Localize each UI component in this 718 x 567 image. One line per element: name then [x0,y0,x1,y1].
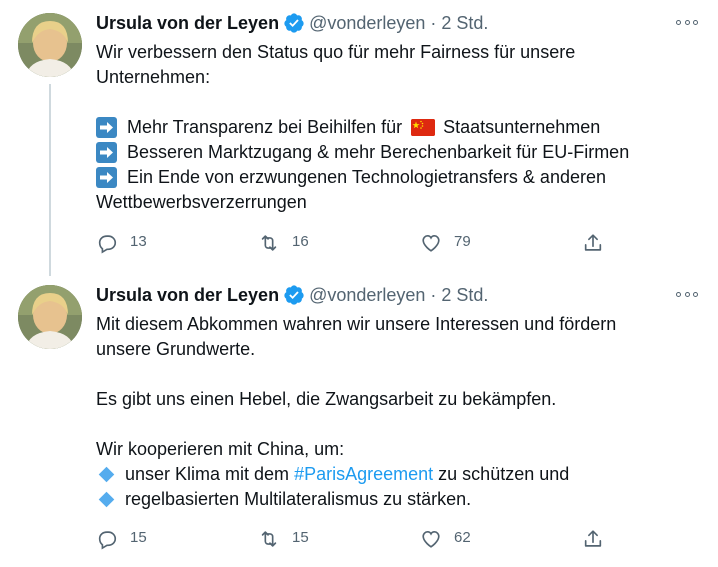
text-line: unsere Grundwerte. [96,339,256,359]
reply-count: 15 [130,528,147,546]
retweet-button[interactable]: 16 [258,232,309,254]
tweet-header: Ursula von der Leyen @vonderleyen · 2 St… [96,283,698,307]
retweet-icon [261,235,277,251]
china-flag-icon [411,119,436,136]
like-button[interactable]: 62 [420,528,471,550]
timestamp[interactable]: 2 Std. [441,285,488,306]
heart-icon [422,531,440,548]
tweet[interactable]: Ursula von der Leyen @vonderleyen · 2 St… [0,272,718,567]
tweet-text: Mit diesem Abkommen wahren wir unsere In… [96,312,696,512]
like-button[interactable]: 79 [420,232,471,254]
reply-icon [98,531,117,550]
text-line: Es gibt uns einen Hebel, die Zwangsarbei… [96,389,557,409]
reply-button[interactable]: 13 [96,232,147,254]
blue-diamond-icon [98,466,115,483]
avatar[interactable] [18,13,82,77]
blue-diamond-icon [98,491,115,508]
tweet-text: Wir verbessern den Status quo für mehr F… [96,40,696,215]
heart-icon [422,235,440,252]
separator-dot: · [430,284,437,305]
bullet-text: zu schützen und [438,464,570,484]
share-button[interactable] [582,232,604,254]
more-options-icon[interactable] [676,285,698,303]
text-line: Wir kooperieren mit China, um: [96,439,345,459]
author-handle[interactable]: @vonderleyen [309,13,425,34]
like-count: 79 [454,232,471,250]
bullet-text: Ein Ende von erzwungenen Technologietran… [127,167,606,187]
reply-icon [98,235,117,254]
share-button[interactable] [582,528,604,550]
retweet-button[interactable]: 15 [258,528,309,550]
bullet-text: Staatsunternehmen [443,117,601,137]
arrow-right-emoji-icon [96,117,117,138]
author-name[interactable]: Ursula von der Leyen [96,13,279,34]
bullet-text: Besseren Marktzugang & mehr Berechenbark… [127,142,630,162]
share-icon [584,530,602,547]
tweet-actions: 13 16 79 [96,232,616,260]
retweet-count: 15 [292,528,309,546]
timestamp[interactable]: 2 Std. [441,13,488,34]
verified-badge-icon [283,284,305,306]
more-options-icon[interactable] [676,13,698,31]
share-icon [584,234,602,251]
author-name[interactable]: Ursula von der Leyen [96,285,279,306]
reply-button[interactable]: 15 [96,528,147,550]
text-line: Wir verbessern den Status quo für mehr F… [96,42,576,62]
bullet-line: Besseren Marktzugang & mehr Berechenbark… [96,140,696,165]
arrow-right-emoji-icon [96,167,117,188]
retweet-icon [261,531,277,547]
bullet-text: Mehr Transparenz bei Beihilfen für [127,117,403,137]
author-handle[interactable]: @vonderleyen [309,285,425,306]
verified-badge-icon [283,12,305,34]
like-count: 62 [454,528,471,546]
tweet-header: Ursula von der Leyen @vonderleyen · 2 St… [96,11,698,35]
retweet-count: 16 [292,232,309,250]
text-line: Mit diesem Abkommen wahren wir unsere In… [96,314,617,334]
bullet-line: Mehr Transparenz bei Beihilfen für Staat… [96,115,696,140]
text-line: Wettbewerbsverzerrungen [96,192,307,212]
separator-dot: · [430,12,437,33]
reply-count: 13 [130,232,147,250]
bullet-text: regelbasierten Multilateralismus zu stär… [125,489,472,509]
hashtag-link[interactable]: #ParisAgreement [294,462,433,487]
tweet[interactable]: Ursula von der Leyen @vonderleyen · 2 St… [0,0,718,272]
bullet-line: unser Klima mit dem #ParisAgreement zu s… [96,462,696,487]
bullet-text: unser Klima mit dem [125,464,290,484]
avatar[interactable] [18,285,82,349]
text-line: Unternehmen: [96,67,211,87]
bullet-line: Ein Ende von erzwungenen Technologietran… [96,165,696,190]
tweet-actions: 15 15 62 [96,528,616,556]
arrow-right-emoji-icon [96,142,117,163]
bullet-line: regelbasierten Multilateralismus zu stär… [96,487,696,512]
